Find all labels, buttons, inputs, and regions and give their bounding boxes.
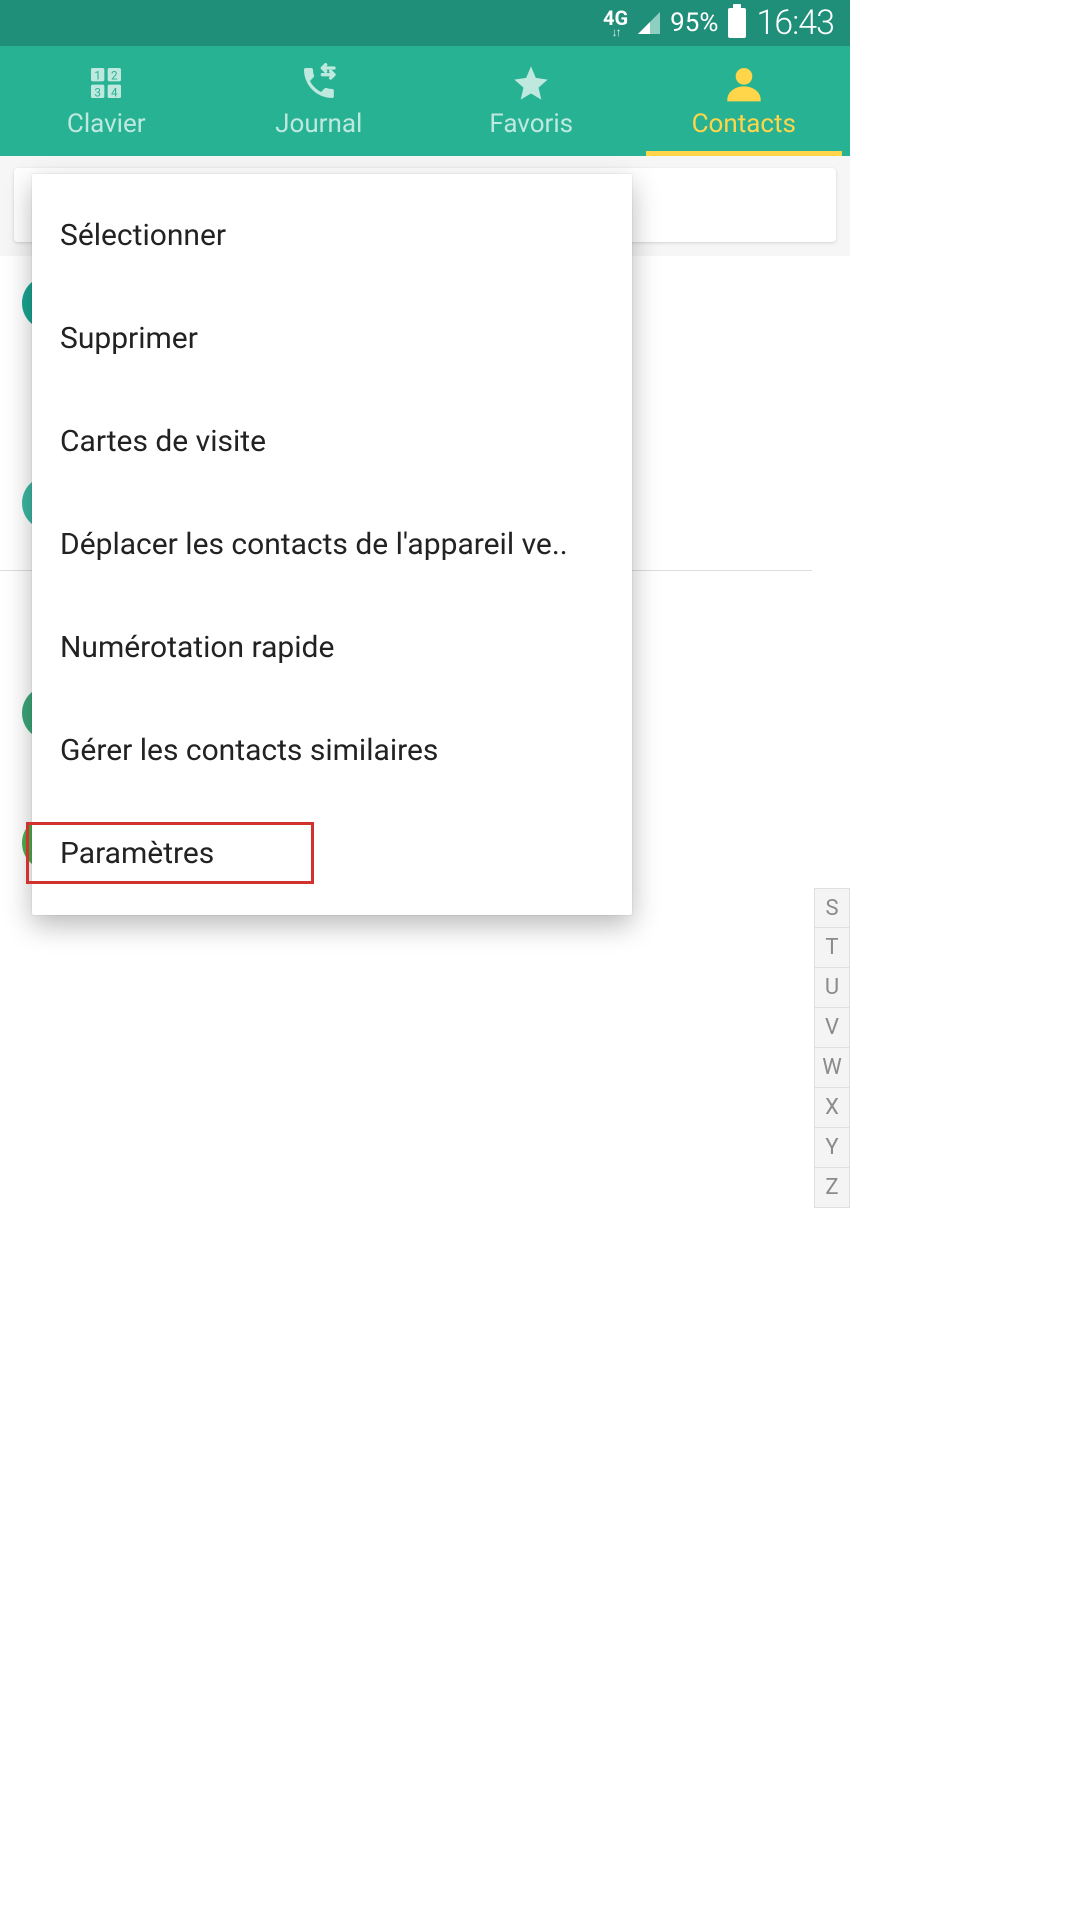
overflow-menu: Sélectionner Supprimer Cartes de visite … (32, 174, 632, 915)
tab-bar: 1234 Clavier Journal Favoris Contacts (0, 46, 850, 156)
call-log-icon (296, 63, 342, 103)
tab-label: Clavier (67, 109, 146, 139)
battery-percentage: 95% (670, 8, 718, 38)
menu-item-speed-dial[interactable]: Numérotation rapide (32, 596, 632, 699)
tab-label: Journal (275, 109, 362, 139)
tab-favoris[interactable]: Favoris (425, 46, 638, 156)
battery-icon (728, 8, 746, 38)
alphabet-index[interactable]: S T U V W X Y Z (814, 888, 850, 1510)
star-icon (508, 63, 554, 103)
menu-item-move-contacts[interactable]: Déplacer les contacts de l'appareil ve.. (32, 493, 632, 596)
network-4g-icon: 4G ↓↑ (603, 8, 628, 38)
signal-icon (638, 12, 660, 34)
keypad-icon: 1234 (83, 63, 129, 103)
svg-text:1: 1 (95, 69, 102, 83)
menu-item-settings[interactable]: Paramètres (32, 802, 632, 905)
svg-text:3: 3 (95, 85, 102, 99)
index-letter[interactable]: S (814, 888, 850, 928)
screen: 4G ↓↑ 95% 16:43 1234 Clavier Journal (0, 0, 850, 1510)
svg-text:4: 4 (111, 85, 118, 99)
menu-item-business-cards[interactable]: Cartes de visite (32, 390, 632, 493)
tab-clavier[interactable]: 1234 Clavier (0, 46, 213, 156)
tab-contacts[interactable]: Contacts (638, 46, 851, 156)
index-letter[interactable]: U (814, 968, 850, 1008)
tab-label: Favoris (489, 109, 573, 139)
menu-item-delete[interactable]: Supprimer (32, 287, 632, 390)
index-letter[interactable]: V (814, 1008, 850, 1048)
svg-text:2: 2 (111, 69, 118, 83)
index-letter[interactable]: Z (814, 1168, 850, 1208)
menu-item-merge[interactable]: Gérer les contacts similaires (32, 699, 632, 802)
tab-journal[interactable]: Journal (213, 46, 426, 156)
clock: 16:43 (756, 3, 834, 43)
status-bar: 4G ↓↑ 95% 16:43 (0, 0, 850, 46)
menu-item-select[interactable]: Sélectionner (32, 184, 632, 287)
person-icon (721, 63, 767, 103)
index-letter[interactable]: Y (814, 1128, 850, 1168)
index-letter[interactable]: T (814, 928, 850, 968)
index-letter[interactable]: W (814, 1048, 850, 1088)
index-letter[interactable]: X (814, 1088, 850, 1128)
tab-label: Contacts (692, 109, 796, 139)
